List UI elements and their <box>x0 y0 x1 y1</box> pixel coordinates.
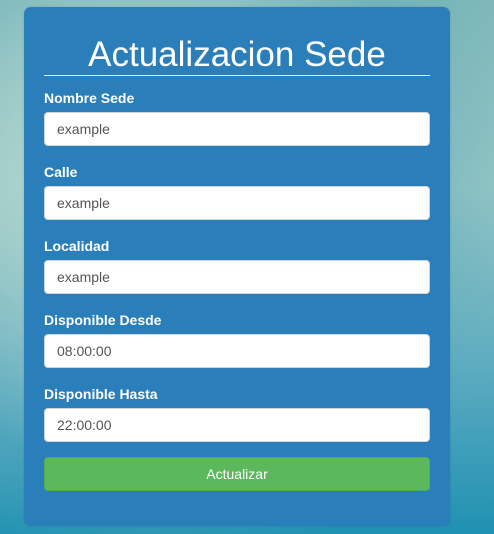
disponible-desde-input[interactable] <box>44 334 430 368</box>
actualizar-button[interactable]: Actualizar <box>44 457 430 491</box>
calle-label: Calle <box>44 164 78 180</box>
update-venue-form-card: Actualizacion Sede Nombre Sede Calle Loc… <box>24 7 450 526</box>
nombre-sede-input[interactable] <box>44 112 430 146</box>
localidad-label: Localidad <box>44 238 110 254</box>
localidad-input[interactable] <box>44 260 430 294</box>
disponible-hasta-label: Disponible Hasta <box>44 386 158 402</box>
title-divider <box>44 75 430 76</box>
disponible-desde-label: Disponible Desde <box>44 312 162 328</box>
calle-input[interactable] <box>44 186 430 220</box>
disponible-hasta-input[interactable] <box>44 408 430 442</box>
form-title: Actualizacion Sede <box>88 35 386 74</box>
nombre-sede-label: Nombre Sede <box>44 90 135 106</box>
